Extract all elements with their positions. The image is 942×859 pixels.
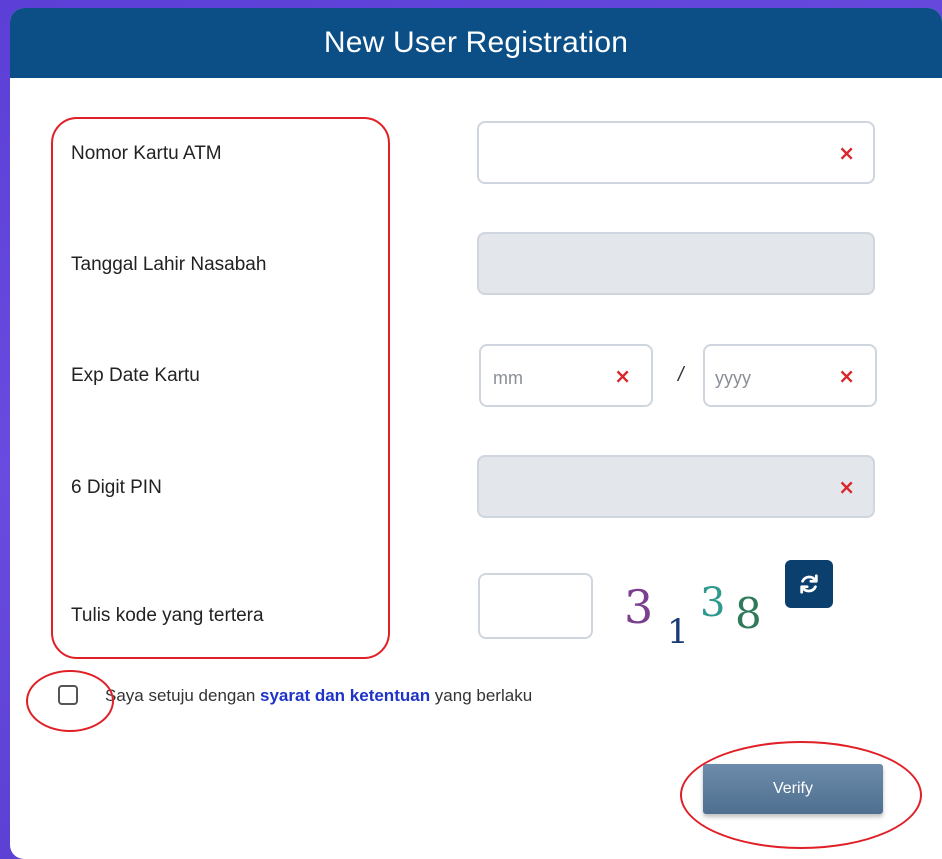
dob-label: Tanggal Lahir Nasabah xyxy=(71,254,267,275)
close-icon[interactable]: × xyxy=(838,366,855,386)
terms-checkbox[interactable] xyxy=(58,685,78,705)
close-icon[interactable]: × xyxy=(614,366,631,386)
pin-label: 6 Digit PIN xyxy=(71,477,162,498)
birth-date-input[interactable] xyxy=(477,232,875,295)
captcha-input[interactable] xyxy=(478,573,593,639)
captcha-digit: 1 xyxy=(667,612,689,652)
exp-year-input[interactable]: yyyy × xyxy=(703,344,877,407)
captcha-digit: 8 xyxy=(735,589,762,638)
atm-label: Nomor Kartu ATM xyxy=(71,143,222,164)
terms-text: Saya setuju dengan syarat dan ketentuan … xyxy=(105,686,532,706)
close-icon[interactable]: × xyxy=(838,143,855,163)
exp-month-placeholder: mm xyxy=(493,368,523,388)
exp-year-placeholder: yyyy xyxy=(715,368,751,388)
captcha-digit: 3 xyxy=(624,580,654,634)
exp-separator: / xyxy=(678,364,684,386)
captcha-digit: 3 xyxy=(700,580,726,626)
exp-month-input[interactable]: mm × xyxy=(479,344,653,407)
page-title: New User Registration xyxy=(323,26,629,59)
refresh-captcha-button[interactable] xyxy=(785,560,833,608)
close-icon[interactable]: × xyxy=(838,477,855,497)
captcha-label: Tulis kode yang tertera xyxy=(71,605,264,626)
terms-prefix: Saya setuju dengan xyxy=(105,686,261,705)
terms-suffix: yang berlaku xyxy=(430,686,533,705)
terms-link[interactable]: syarat dan ketentuan xyxy=(260,686,430,705)
verify-button[interactable]: Verify xyxy=(703,764,883,814)
atm-number-input[interactable]: × xyxy=(477,121,875,184)
exp-date-label: Exp Date Kartu xyxy=(71,365,200,386)
refresh-icon xyxy=(800,574,818,594)
card-header: New User Registration xyxy=(10,8,942,78)
pin-input[interactable]: × xyxy=(477,455,875,518)
